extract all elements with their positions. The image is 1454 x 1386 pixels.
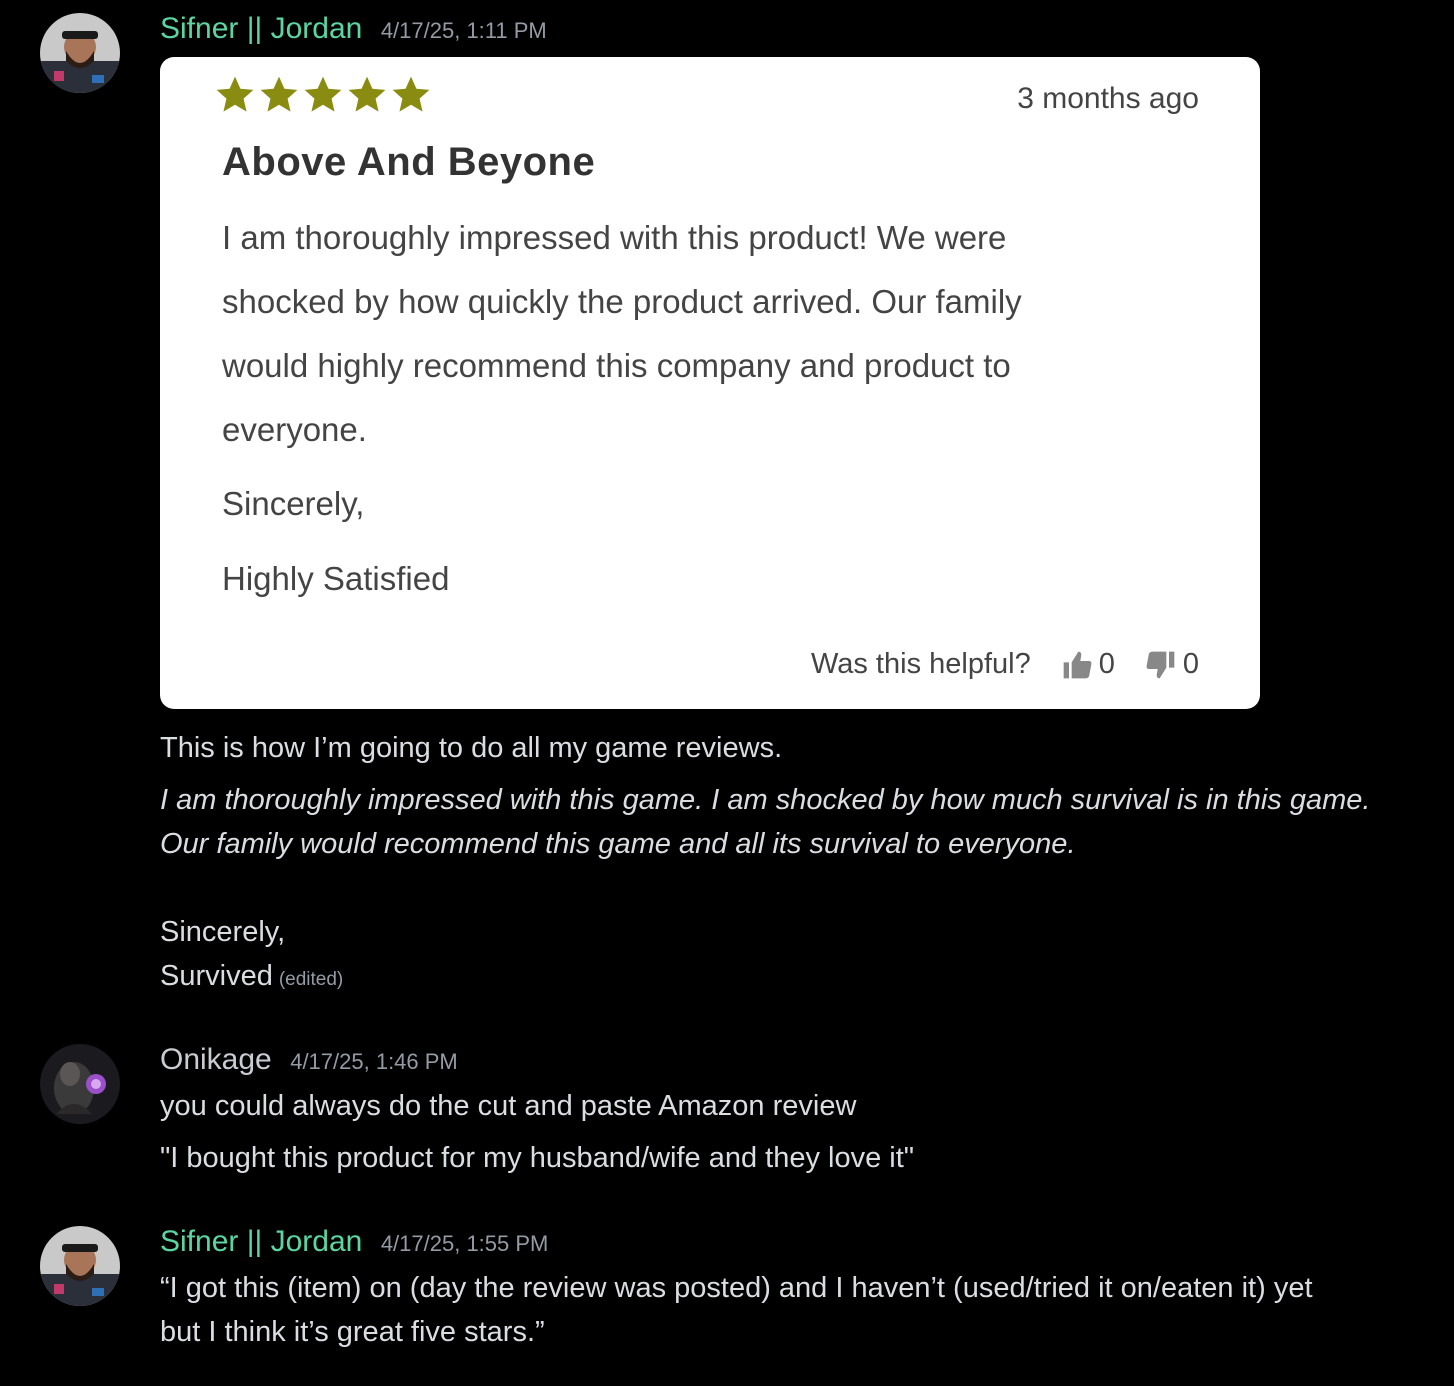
message-text: but I think it’s great five stars.” xyxy=(160,1316,545,1348)
avatar[interactable] xyxy=(40,1044,120,1124)
message-text: you could always do the cut and paste Am… xyxy=(160,1090,857,1122)
username[interactable]: Onikage xyxy=(160,1043,272,1076)
timestamp[interactable]: 4/17/25, 1:46 PM xyxy=(290,1049,458,1074)
message-text: This is how I’m going to do all my game … xyxy=(160,732,783,764)
thumbs-down-count: 0 xyxy=(1182,648,1199,680)
message-header: Sifner || Jordan 4/17/25, 1:11 PM xyxy=(160,12,547,46)
message-text-italic: I am thoroughly impressed with this game… xyxy=(160,784,1371,816)
review-signature: Highly Satisfied xyxy=(222,560,450,597)
review-age: 3 months ago xyxy=(1017,82,1199,115)
thumbs-up-count: 0 xyxy=(1098,648,1115,680)
review-signoff: Sincerely, xyxy=(222,485,365,522)
timestamp[interactable]: 4/17/25, 1:11 PM xyxy=(381,18,547,43)
username[interactable]: Sifner || Jordan xyxy=(160,1225,362,1258)
review-body-line: would highly recommend this company and … xyxy=(222,347,1011,384)
thumbs-up-button: 0 xyxy=(1061,648,1115,681)
star-icon xyxy=(302,74,344,118)
user-avatar-icon xyxy=(40,1044,120,1124)
thumbs-up-icon xyxy=(1063,651,1092,678)
avatar[interactable] xyxy=(40,1226,120,1306)
timestamp[interactable]: 4/17/25, 1:55 PM xyxy=(381,1231,549,1256)
star-icon xyxy=(258,74,300,118)
message-text: “I got this (item) on (day the review wa… xyxy=(160,1272,1313,1304)
star-icon xyxy=(390,74,432,118)
user-avatar-icon xyxy=(40,13,120,93)
helpful-row: Was this helpful? 0 0 xyxy=(811,648,1199,681)
review-body-line: everyone. xyxy=(222,411,367,448)
message-text-italic: Our family would recommend this game and… xyxy=(160,828,1076,860)
review-body-line: I am thoroughly impressed with this prod… xyxy=(222,219,1007,256)
username[interactable]: Sifner || Jordan xyxy=(160,12,362,45)
helpful-label: Was this helpful? xyxy=(810,648,1031,680)
thumbs-down-button: 0 xyxy=(1145,648,1199,681)
message-header: Sifner || Jordan 4/17/25, 1:55 PM xyxy=(160,1225,548,1259)
avatar[interactable] xyxy=(40,13,120,93)
user-avatar-icon xyxy=(40,1226,120,1306)
thumbs-down-icon xyxy=(1146,651,1175,678)
message-text: "I bought this product for my husband/wi… xyxy=(160,1142,915,1174)
star-rating xyxy=(214,74,432,118)
message-text: Sincerely, xyxy=(160,916,286,948)
star-icon xyxy=(214,74,256,118)
message-text: Survived (edited) xyxy=(160,954,343,1002)
review-body-line: shocked by how quickly the product arriv… xyxy=(222,283,1022,320)
message-header: Onikage 4/17/25, 1:46 PM xyxy=(160,1043,458,1077)
star-icon xyxy=(346,74,388,118)
review-title: Above And Beyone xyxy=(222,140,596,184)
message-signature: Survived xyxy=(160,960,273,992)
edited-tag: (edited) xyxy=(278,969,344,990)
